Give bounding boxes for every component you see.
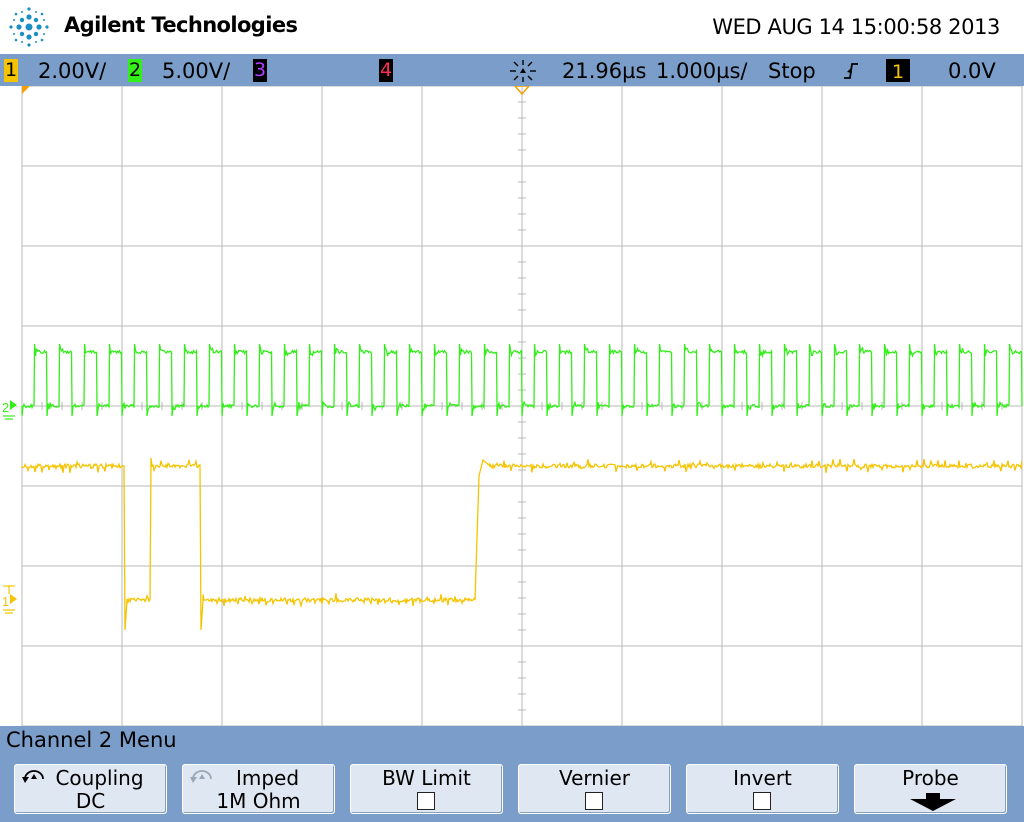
- trigger-level[interactable]: 0.0V: [948, 58, 996, 84]
- submenu-arrow-down-icon: [910, 793, 956, 811]
- waveform-area: 2 1: [2, 85, 1023, 727]
- time-delay[interactable]: 21.96µs: [562, 58, 646, 84]
- bw-limit-button[interactable]: BW Limit: [350, 764, 503, 814]
- status-bar: 1 2.00V/ 2 5.00V/ 3 4 21.96µs 1.000µs/ S…: [0, 54, 1024, 86]
- time-scale[interactable]: 1.000µs/: [656, 58, 748, 84]
- bw-limit-label: BW Limit: [382, 766, 471, 790]
- ch1-scale[interactable]: 2.00V/: [38, 58, 106, 84]
- left-edge-marker: [22, 86, 30, 94]
- imped-button[interactable]: Imped 1M Ohm: [182, 764, 335, 814]
- ch2-scale[interactable]: 5.00V/: [162, 58, 230, 84]
- vernier-checkbox[interactable]: [585, 792, 603, 810]
- agilent-logo-icon: [9, 7, 49, 47]
- title-bar: Agilent Technologies WED AUG 14 15:00:58…: [0, 0, 1024, 54]
- run-state[interactable]: Stop: [768, 58, 816, 84]
- waveform-display[interactable]: 2 1: [0, 85, 1024, 727]
- ch2-indicator[interactable]: 2: [128, 59, 142, 82]
- ch1-ground-marker: 1: [2, 585, 17, 614]
- brand-name: Agilent Technologies: [64, 13, 298, 37]
- menu-title: Channel 2 Menu: [6, 728, 177, 752]
- invert-label: Invert: [733, 766, 792, 790]
- bw-limit-checkbox[interactable]: [417, 792, 435, 810]
- probe-button[interactable]: Probe: [854, 764, 1007, 814]
- imped-value: 1M Ohm: [216, 789, 301, 813]
- trigger-source-indicator[interactable]: 1: [886, 59, 910, 83]
- coupling-button[interactable]: Coupling DC: [14, 764, 167, 814]
- ch2-ground-label: 2: [2, 400, 9, 415]
- vernier-button[interactable]: Vernier: [518, 764, 671, 814]
- coupling-label: Coupling: [55, 766, 144, 790]
- softkey-menu: Channel 2 Menu Coupling DC Imped 1M Ohm …: [0, 726, 1024, 822]
- trigger-edge-icon: [844, 63, 858, 79]
- datetime-display: WED AUG 14 15:00:58 2013: [712, 15, 1000, 39]
- delay-icon: [510, 60, 536, 82]
- imped-label: Imped: [235, 766, 300, 790]
- channel-2-trace: [21, 343, 1023, 417]
- vernier-label: Vernier: [558, 766, 631, 790]
- probe-label: Probe: [902, 766, 959, 790]
- invert-button[interactable]: Invert: [686, 764, 839, 814]
- coupling-value: DC: [75, 789, 106, 813]
- ch1-indicator[interactable]: 1: [4, 59, 18, 82]
- invert-checkbox[interactable]: [753, 792, 771, 810]
- ch1-ground-label: 1: [2, 594, 9, 609]
- ch3-indicator[interactable]: 3: [253, 59, 267, 82]
- ch2-ground-marker: 2: [2, 400, 17, 420]
- ch4-indicator[interactable]: 4: [379, 59, 393, 82]
